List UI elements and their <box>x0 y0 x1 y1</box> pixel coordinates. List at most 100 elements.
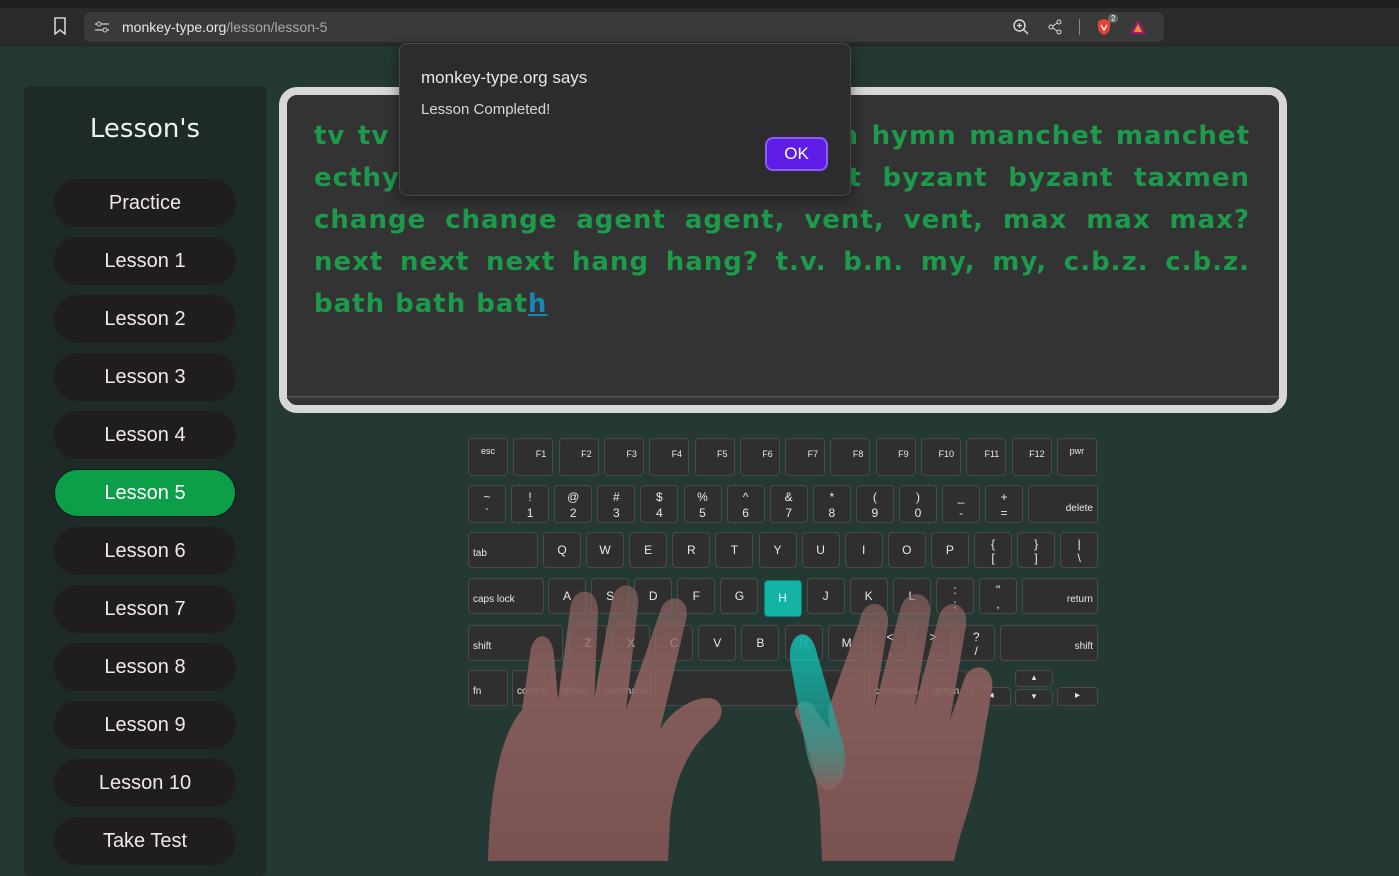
key-pwr[interactable]: pwr <box>1056 438 1097 476</box>
key-o[interactable]: O <box>887 532 926 568</box>
key-f1[interactable]: F1 <box>513 438 554 476</box>
key-x[interactable]: X <box>612 625 651 661</box>
key-f2[interactable]: F2 <box>558 438 599 476</box>
key-e[interactable]: E <box>629 532 668 568</box>
key-c[interactable]: C <box>655 625 694 661</box>
share-icon[interactable] <box>1045 17 1065 37</box>
key-z-sym-2[interactable]: ? / <box>957 625 996 661</box>
sidebar-item-practice[interactable]: Practice <box>54 179 236 227</box>
sidebar-item-lesson-4[interactable]: Lesson 4 <box>54 411 236 459</box>
key-l[interactable]: L <box>892 578 931 614</box>
key-home-sym-0[interactable]: :; <box>936 578 974 614</box>
key-h[interactable]: H <box>763 580 802 617</box>
sidebar-item-lesson-2[interactable]: Lesson 2 <box>54 295 236 343</box>
key-command-right[interactable]: command <box>869 670 923 706</box>
key-num-5[interactable]: % 5 <box>683 485 722 523</box>
key-bracket-1[interactable]: }] <box>1017 532 1056 568</box>
key-v[interactable]: V <box>698 625 737 661</box>
key-arrow-down[interactable]: ▾ <box>1015 689 1053 706</box>
site-settings-icon[interactable] <box>94 19 110 35</box>
key-f7[interactable]: F7 <box>785 438 826 476</box>
key-option-right[interactable]: option <box>927 670 967 706</box>
key-s[interactable]: S <box>591 578 630 614</box>
key-u[interactable]: U <box>801 532 840 568</box>
key-caps-lock[interactable]: caps lock <box>468 578 544 614</box>
key-option-left[interactable]: option <box>555 670 595 706</box>
key-num-7[interactable]: & 7 <box>769 485 808 523</box>
key-num-8[interactable]: * 8 <box>812 485 851 523</box>
key-num-1[interactable]: ! 1 <box>511 485 550 523</box>
key-d[interactable]: D <box>634 578 673 614</box>
rewards-icon[interactable] <box>1128 17 1148 37</box>
sidebar-item-lesson-1[interactable]: Lesson 1 <box>54 237 236 285</box>
brave-shield-icon[interactable]: 2 <box>1094 14 1119 37</box>
key-tab[interactable]: tab <box>468 532 538 568</box>
key-f6[interactable]: F6 <box>739 438 780 476</box>
url-text[interactable]: monkey-type.org/lesson/lesson-5 <box>122 19 327 35</box>
bookmark-icon[interactable] <box>52 17 68 36</box>
key-num-11[interactable]: _ - <box>942 485 981 523</box>
key-f5[interactable]: F5 <box>694 438 735 476</box>
sidebar-item-lesson-6[interactable]: Lesson 6 <box>54 527 236 575</box>
key-f[interactable]: F <box>677 578 716 614</box>
key-z-sym-1[interactable]: >. <box>914 625 953 661</box>
sidebar-item-lesson-7[interactable]: Lesson 7 <box>54 585 236 633</box>
key-k[interactable]: K <box>849 578 888 614</box>
zoom-icon[interactable] <box>1011 17 1031 37</box>
key-return[interactable]: return <box>1022 578 1098 614</box>
key-num-4[interactable]: $4 <box>640 485 679 523</box>
key-num-10[interactable]: ) 0 <box>899 485 937 523</box>
sidebar-item-lesson-5[interactable]: Lesson 5 <box>54 469 236 517</box>
key-num-12[interactable]: + = <box>985 485 1024 523</box>
key-i[interactable]: I <box>844 532 883 568</box>
sidebar-item-take-test[interactable]: Take Test <box>54 817 236 865</box>
key-t[interactable]: T <box>715 532 754 568</box>
key-shift-left[interactable]: shift <box>468 625 563 661</box>
key-f9[interactable]: F9 <box>875 438 916 476</box>
key-p[interactable]: P <box>930 532 969 568</box>
sidebar-item-lesson-8[interactable]: Lesson 8 <box>54 643 236 691</box>
key-j[interactable]: J <box>806 578 845 614</box>
key-num-0[interactable]: ~ ` <box>468 485 506 523</box>
key-f4[interactable]: F4 <box>649 438 690 476</box>
key-esc[interactable]: esc <box>468 438 508 476</box>
key-bracket-2[interactable]: | \ <box>1060 532 1099 568</box>
key-n[interactable]: N <box>784 625 823 661</box>
key-f11[interactable]: F11 <box>966 438 1007 476</box>
key-z-sym-0[interactable]: <, <box>871 625 909 661</box>
key-z[interactable]: Z <box>569 625 607 661</box>
key-num-9[interactable]: (9 <box>855 485 894 523</box>
address-bar[interactable]: monkey-type.org/lesson/lesson-5 2 <box>84 12 1164 42</box>
key-y[interactable]: Y <box>758 532 797 568</box>
key-home-sym-1[interactable]: ", <box>979 578 1018 614</box>
sidebar-item-lesson-9[interactable]: Lesson 9 <box>54 701 236 749</box>
key-b[interactable]: B <box>741 625 780 661</box>
key-a[interactable]: A <box>548 578 586 614</box>
key-command-left[interactable]: command <box>599 670 651 706</box>
key-r[interactable]: R <box>672 532 711 568</box>
sidebar-item-lesson-10[interactable]: Lesson 10 <box>54 759 236 807</box>
key-f10[interactable]: F10 <box>921 438 961 476</box>
key-q[interactable]: Q <box>543 532 581 568</box>
ok-button[interactable]: OK <box>765 137 828 171</box>
key-num-6[interactable]: ^ 6 <box>726 485 765 523</box>
key-f8[interactable]: F8 <box>830 438 871 476</box>
key-g[interactable]: G <box>720 578 759 614</box>
key-f12[interactable]: F12 <box>1011 438 1052 476</box>
key-arrow-left[interactable]: ◂ <box>971 687 1011 706</box>
key-num-2[interactable]: @2 <box>554 485 593 523</box>
key-control[interactable]: control <box>512 670 552 706</box>
key-delete[interactable]: delete <box>1028 485 1098 523</box>
key-num-3[interactable]: #3 <box>597 485 636 523</box>
key-arrow-up[interactable]: ▴ <box>1015 670 1053 687</box>
sidebar-item-lesson-3[interactable]: Lesson 3 <box>54 353 236 401</box>
key-f3[interactable]: F3 <box>603 438 644 476</box>
key-arrow-right[interactable]: ▸ <box>1057 687 1098 706</box>
key-space[interactable] <box>655 670 865 706</box>
key-m[interactable]: M <box>827 625 866 661</box>
key-shift-right[interactable]: shift <box>1000 625 1098 661</box>
key-w[interactable]: W <box>586 532 625 568</box>
key-bracket-0[interactable]: {[ <box>974 532 1012 568</box>
key-fn[interactable]: fn <box>468 670 508 706</box>
key-f10-label: F10 <box>938 449 954 459</box>
